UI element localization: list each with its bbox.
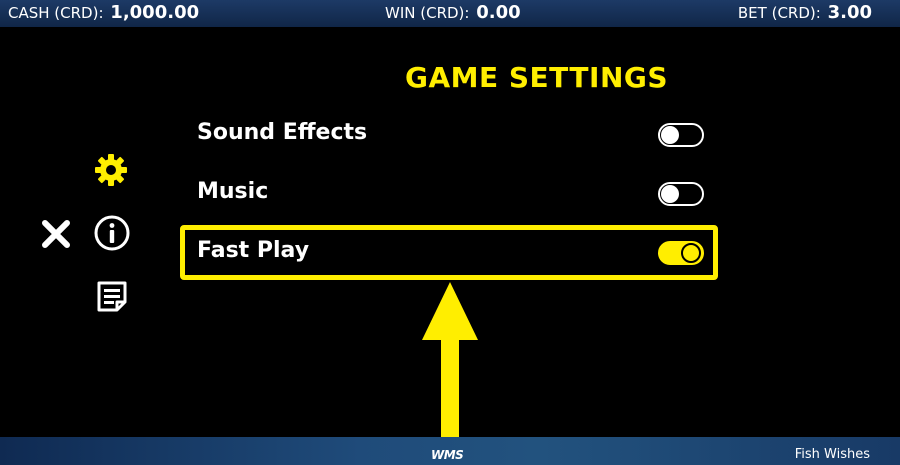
toggle-knob — [661, 126, 679, 144]
win-value: 0.00 — [476, 2, 521, 23]
sound-effects-toggle[interactable] — [658, 123, 704, 147]
music-label: Music — [197, 179, 269, 204]
paytable-icon[interactable] — [96, 280, 128, 316]
logo: WMS — [431, 448, 464, 462]
music-toggle[interactable] — [658, 182, 704, 206]
win-display: WIN (CRD): 0.00 — [385, 3, 521, 23]
highlight-box — [180, 225, 718, 280]
bet-value: 3.00 — [827, 2, 872, 23]
info-icon[interactable] — [93, 214, 131, 256]
bet-display: BET (CRD): 3.00 — [738, 3, 872, 23]
game-screen: CASH (CRD): 1,000.00 WIN (CRD): 0.00 BET… — [0, 0, 900, 465]
cash-value: 1,000.00 — [110, 2, 200, 23]
gear-icon[interactable] — [93, 152, 129, 192]
cash-label: CASH (CRD): — [8, 4, 104, 22]
bet-label: BET (CRD): — [737, 4, 821, 22]
settings-title: GAME SETTINGS — [405, 61, 669, 94]
win-label: WIN (CRD): — [385, 4, 470, 22]
cash-display: CASH (CRD): 1,000.00 — [8, 3, 199, 23]
up-arrow-icon — [420, 282, 480, 461]
toggle-knob — [661, 185, 679, 203]
close-icon[interactable] — [40, 218, 72, 254]
status-bar: CASH (CRD): 1,000.00 WIN (CRD): 0.00 BET… — [0, 0, 900, 27]
game-name: Fish Wishes — [794, 447, 870, 462]
sound-effects-label: Sound Effects — [197, 120, 368, 145]
